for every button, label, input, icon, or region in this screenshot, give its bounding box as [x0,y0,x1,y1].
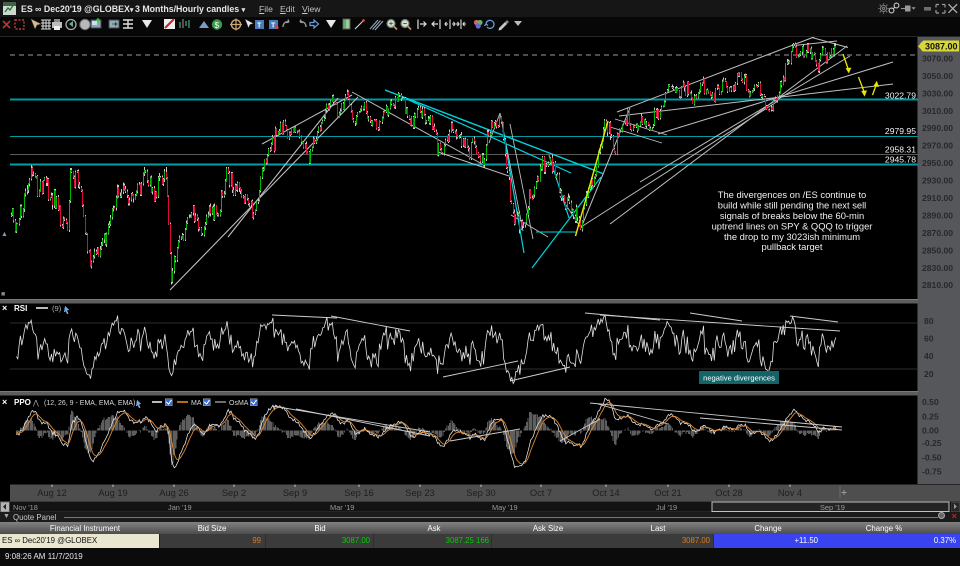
svg-text:▲: ▲ [1,231,8,238]
svg-text:2958.31: 2958.31 [885,145,916,155]
svg-text:Aug 12: Aug 12 [37,488,66,498]
svg-text:signals of breaks below the 60: signals of breaks below the 60-min [720,210,864,221]
svg-text:Sep 9: Sep 9 [283,488,307,498]
svg-text:Nov 4: Nov 4 [778,488,802,498]
svg-text:T: T [271,23,276,30]
svg-text:3087.00: 3087.00 [925,42,958,52]
svg-text:Sep '19: Sep '19 [820,503,845,512]
svg-text:2930.00: 2930.00 [922,176,953,186]
svg-text:■: ■ [1,291,5,298]
svg-text:-0.25: -0.25 [922,438,942,448]
svg-text:60: 60 [924,334,934,344]
svg-text:2950.00: 2950.00 [922,158,953,168]
svg-text:3070.00: 3070.00 [922,54,953,64]
svg-text:Sep 30: Sep 30 [466,488,495,498]
svg-text:⋀: ⋀ [32,399,39,407]
svg-text:2979.95: 2979.95 [885,126,916,136]
svg-text:pullback target: pullback target [762,241,823,252]
svg-text:2970.00: 2970.00 [922,141,953,151]
svg-text:Sep 23: Sep 23 [405,488,434,498]
svg-text:OsMA: OsMA [229,400,249,407]
svg-text:3010.00: 3010.00 [922,106,953,116]
svg-text:the drop to my 3023ish minimum: the drop to my 3023ish minimum [724,231,860,242]
svg-text:PPO: PPO [14,398,31,407]
svg-text:uptrend lines on SPY & QQQ to: uptrend lines on SPY & QQQ to trigger [712,220,873,231]
svg-text:2990.00: 2990.00 [922,123,953,133]
svg-text:2850.00: 2850.00 [922,245,953,255]
svg-text:2830.00: 2830.00 [922,263,953,273]
svg-text:Nov '18: Nov '18 [13,503,38,512]
svg-text:Oct 14: Oct 14 [592,488,619,498]
svg-text:(12, 26, 9 - EMA, EMA, EMA): (12, 26, 9 - EMA, EMA, EMA) [44,400,135,407]
svg-text:Sep 16: Sep 16 [344,488,373,498]
svg-text:3030.00: 3030.00 [922,88,953,98]
svg-text:2910.00: 2910.00 [922,193,953,203]
svg-text:3050.00: 3050.00 [922,71,953,81]
svg-text:Aug 26: Aug 26 [159,488,188,498]
svg-text:MA: MA [191,400,202,407]
svg-text:Oct 7: Oct 7 [530,488,552,498]
svg-text:2945.78: 2945.78 [885,155,916,165]
svg-text:build while still pending the: build while still pending the next sell [718,200,867,211]
svg-text:Aug 19: Aug 19 [98,488,127,498]
svg-text:2870.00: 2870.00 [922,228,953,238]
svg-text:Oct 21: Oct 21 [654,488,681,498]
svg-text:The divergences on /ES continu: The divergences on /ES continue to [718,189,867,200]
svg-text:0.50: 0.50 [922,397,939,407]
svg-text:0.00: 0.00 [922,425,939,435]
svg-text:×: × [2,397,7,407]
svg-text:Jul '19: Jul '19 [656,503,677,512]
svg-text:80: 80 [924,316,934,326]
svg-text:negative divergences: negative divergences [703,374,775,383]
svg-text:RSI: RSI [14,304,27,313]
svg-text:2810.00: 2810.00 [922,280,953,290]
svg-text:T: T [257,23,262,30]
svg-text:Oct 28: Oct 28 [715,488,742,498]
svg-text:20: 20 [924,369,934,379]
svg-text:-0.50: -0.50 [922,452,942,462]
svg-text:-0.75: -0.75 [922,467,942,477]
svg-text:Sep 2: Sep 2 [222,488,246,498]
svg-text:Mar '19: Mar '19 [330,503,354,512]
svg-text:Jan '19: Jan '19 [168,503,192,512]
svg-text:40: 40 [924,351,934,361]
svg-text:(9): (9) [52,304,62,313]
svg-text:3022.79: 3022.79 [885,91,916,101]
svg-text:×: × [2,303,7,313]
svg-text:$: $ [215,21,220,30]
svg-text:May '19: May '19 [492,503,518,512]
svg-text:0.25: 0.25 [922,411,939,421]
svg-text:2890.00: 2890.00 [922,210,953,220]
